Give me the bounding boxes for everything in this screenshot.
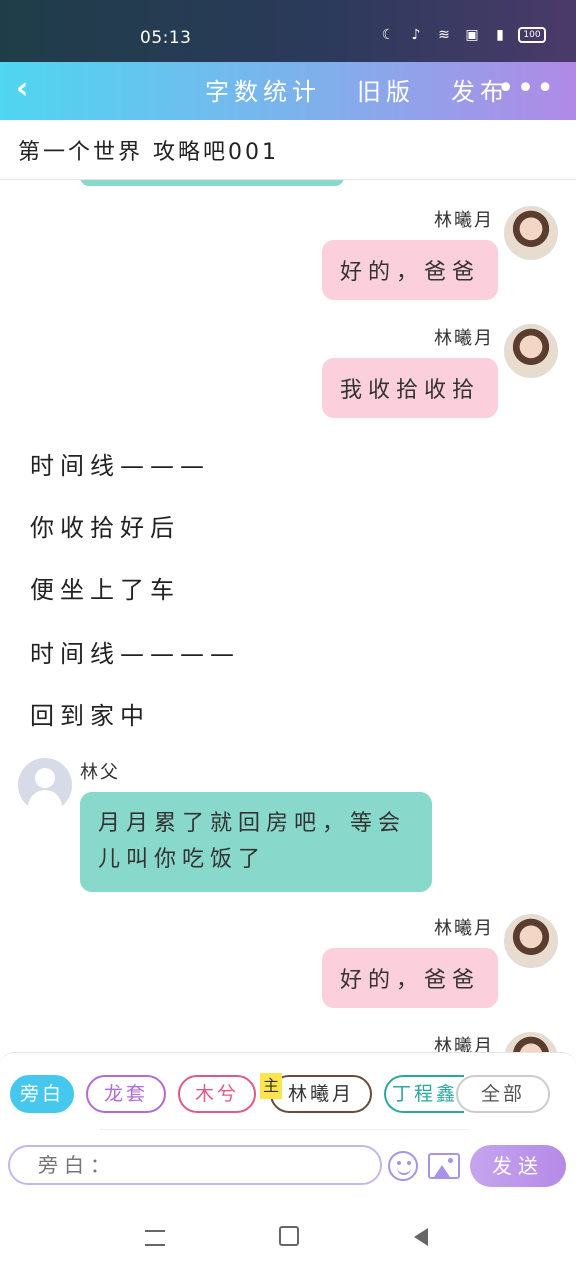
recent-apps-icon[interactable] bbox=[140, 1224, 170, 1252]
old-version-button[interactable]: 旧版 bbox=[357, 72, 415, 107]
system-nav-bar bbox=[0, 1188, 576, 1280]
narration-line[interactable]: 你收拾好后 bbox=[30, 508, 180, 543]
message-right: 林曦月 bbox=[38, 1032, 558, 1052]
home-icon[interactable] bbox=[274, 1224, 304, 1252]
narration-line[interactable]: 时间线———— bbox=[30, 634, 240, 669]
sender-name: 林曦月 bbox=[434, 328, 494, 349]
page-title: 第一个世界 攻略吧001 bbox=[18, 140, 279, 165]
default-avatar-icon[interactable] bbox=[18, 758, 72, 812]
message-bubble[interactable]: 好的，爸爸 bbox=[321, 948, 498, 1008]
wifi-icon: ≋ bbox=[438, 27, 450, 43]
composer-panel: 旁白 龙套 木兮 林曦月 主 丁程鑫 全部 发送 bbox=[0, 1052, 576, 1188]
avatar[interactable] bbox=[504, 1032, 558, 1052]
more-icon[interactable]: ••• bbox=[497, 72, 556, 106]
emoji-icon[interactable] bbox=[388, 1151, 418, 1181]
mute-icon: ♪ bbox=[411, 27, 421, 43]
message-right: 林曦月 好的，爸爸 bbox=[38, 914, 558, 1014]
chip-dingchengxin[interactable]: 丁程鑫 bbox=[384, 1075, 464, 1113]
sender-name: 林曦月 bbox=[434, 210, 494, 231]
chip-narrator[interactable]: 旁白 bbox=[10, 1075, 74, 1113]
avatar[interactable] bbox=[504, 206, 558, 260]
message-bubble[interactable]: 月月累了就回房吧，等会儿叫你吃饭了 bbox=[80, 792, 432, 892]
moon-icon: ☾ bbox=[381, 27, 395, 43]
hd-icon: ▣ bbox=[465, 27, 479, 43]
message-right: 林曦月 好的，爸爸 bbox=[38, 206, 558, 306]
chip-muxi[interactable]: 木兮 bbox=[178, 1075, 256, 1113]
chip-linxiyue[interactable]: 林曦月 bbox=[270, 1075, 372, 1113]
top-menu: 字数统计 旧版 发布 bbox=[205, 72, 509, 107]
word-count-button[interactable]: 字数统计 bbox=[205, 72, 321, 107]
back-nav-icon[interactable] bbox=[406, 1224, 436, 1252]
signal-4g-icon: ▮ bbox=[496, 27, 504, 43]
message-bubble[interactable]: 我收拾收拾 bbox=[321, 358, 498, 418]
message-left: 林父 月月累了就回房吧，等会儿叫你吃饭了 bbox=[18, 758, 438, 898]
message-bubble[interactable]: 好的，爸爸 bbox=[321, 240, 498, 300]
avatar[interactable] bbox=[504, 324, 558, 378]
message-right: 林曦月 我收拾收拾 bbox=[38, 324, 558, 424]
avatar[interactable] bbox=[504, 914, 558, 968]
main-role-badge: 主 bbox=[260, 1073, 282, 1099]
narration-line[interactable]: 回到家中 bbox=[30, 696, 150, 731]
divider bbox=[100, 1129, 470, 1130]
chip-extra[interactable]: 龙套 bbox=[86, 1075, 166, 1113]
image-icon[interactable] bbox=[428, 1153, 460, 1179]
send-button[interactable]: 发送 bbox=[470, 1145, 566, 1187]
back-icon[interactable]: ‹ bbox=[16, 74, 46, 104]
chat-list[interactable]: 林曦月 好的，爸爸 林曦月 我收拾收拾 时间线——— 你收拾好后 便坐上了车 时… bbox=[0, 180, 576, 1052]
status-icons: ☾ ♪ ≋ ▣ ▮ 100 bbox=[378, 26, 546, 44]
message-input[interactable] bbox=[8, 1145, 382, 1185]
battery-icon: 100 bbox=[518, 27, 546, 43]
status-time: 05:13 bbox=[140, 28, 192, 48]
narration-line[interactable]: 便坐上了车 bbox=[30, 570, 180, 605]
chip-all[interactable]: 全部 bbox=[456, 1075, 550, 1113]
app-bar: ‹ 字数统计 旧版 发布 ••• bbox=[0, 62, 576, 120]
role-chips: 旁白 龙套 木兮 林曦月 主 丁程鑫 全部 bbox=[8, 1073, 568, 1117]
narration-line[interactable]: 时间线——— bbox=[30, 446, 210, 481]
sender-name: 林父 bbox=[80, 762, 120, 783]
sender-name: 林曦月 bbox=[434, 1036, 494, 1052]
title-bar: 第一个世界 攻略吧001 bbox=[0, 120, 576, 180]
sender-name: 林曦月 bbox=[434, 918, 494, 939]
partial-bubble bbox=[80, 180, 344, 186]
status-bar: 05:13 ☾ ♪ ≋ ▣ ▮ 100 bbox=[0, 0, 576, 62]
